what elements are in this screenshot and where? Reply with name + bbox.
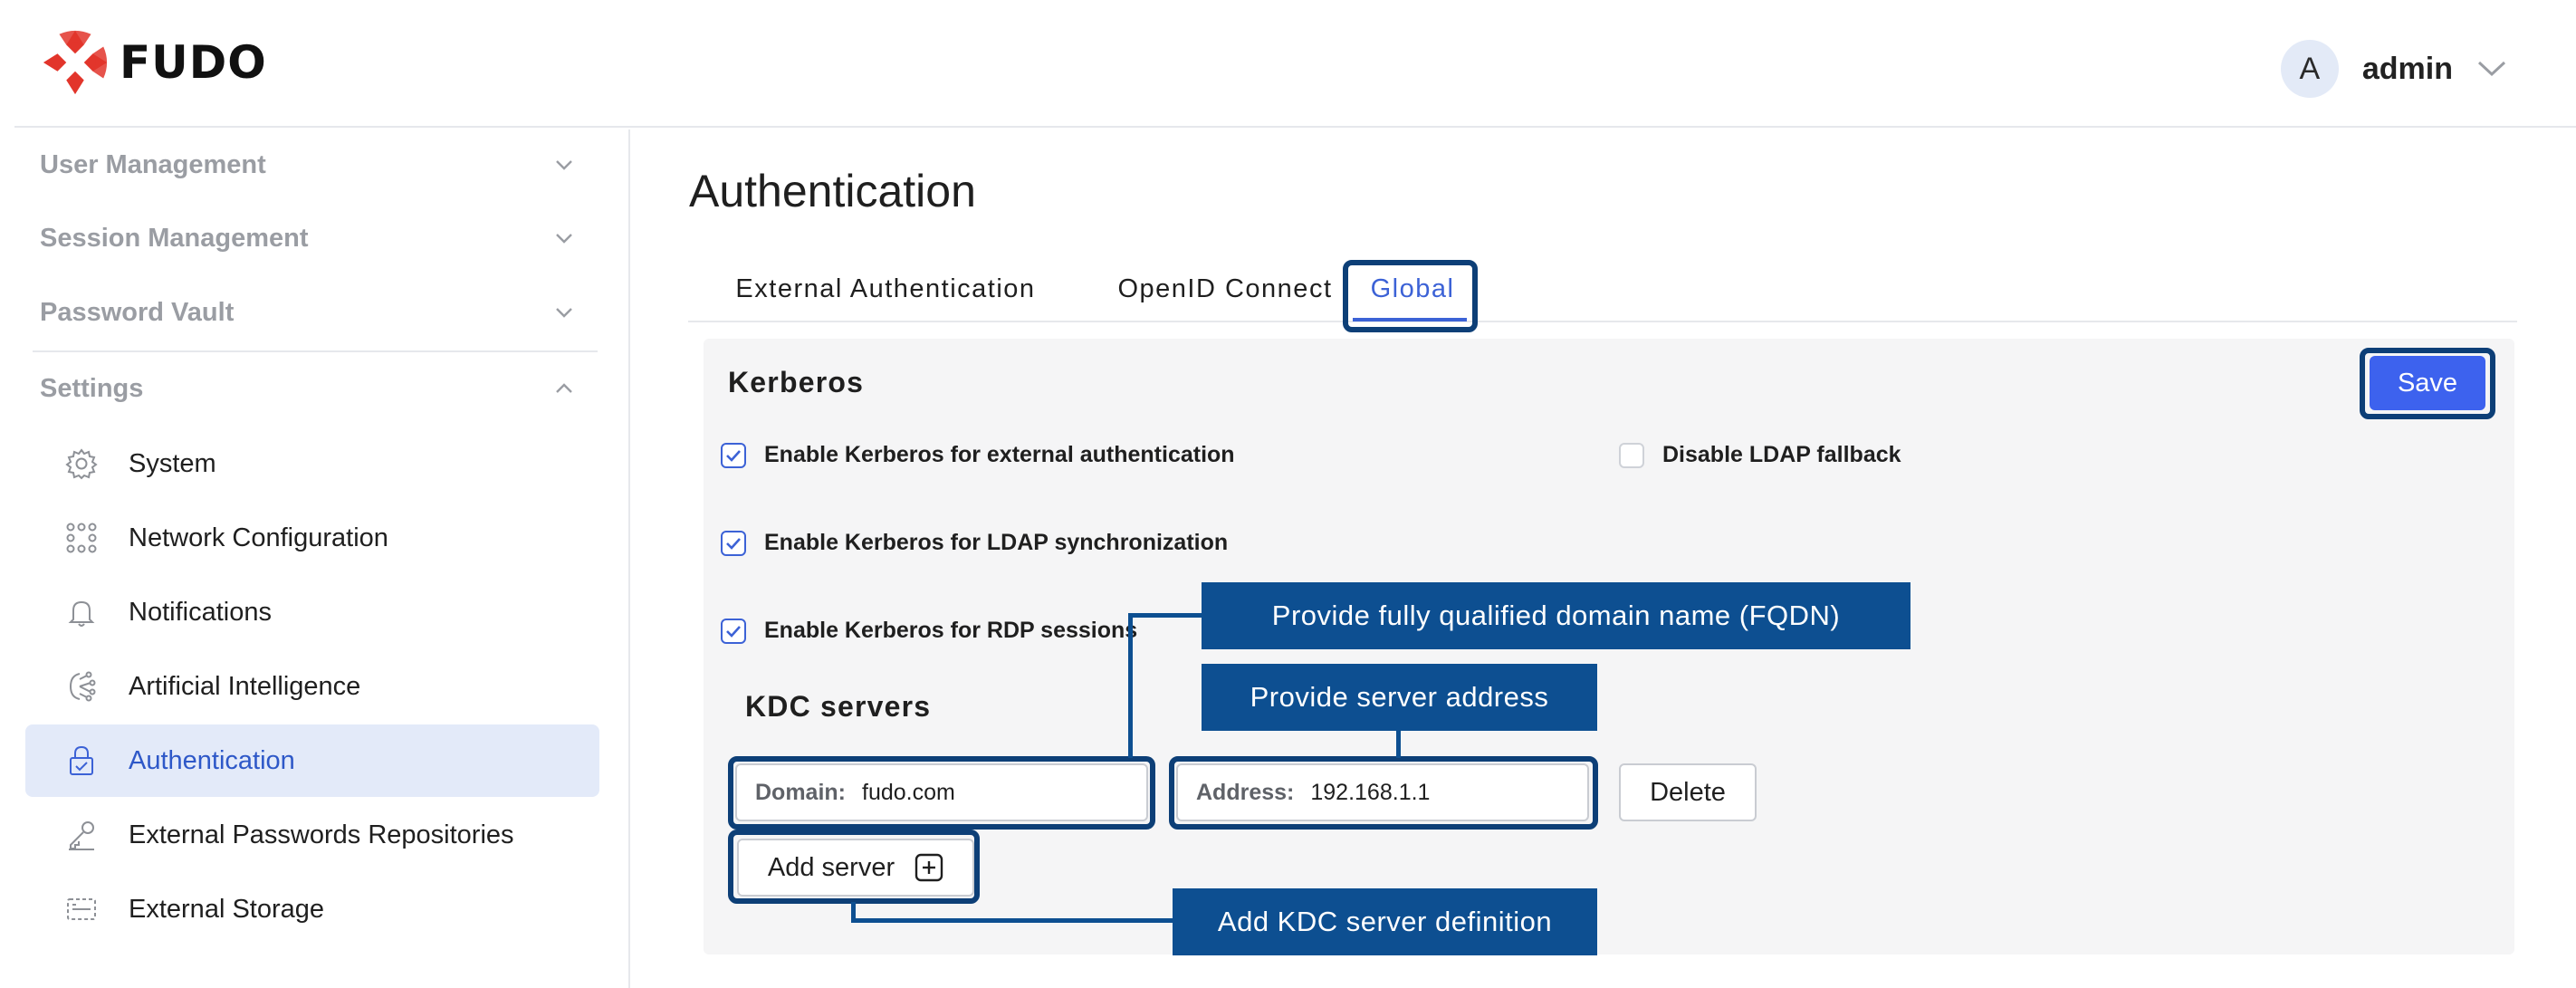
sidebar-group-label: Password Vault <box>40 297 235 327</box>
checkmark-icon <box>726 625 741 638</box>
sidebar-item-label: External Passwords Repositories <box>129 820 514 849</box>
sidebar-item-label: System <box>129 448 216 478</box>
tab-external-authentication[interactable]: External Authentication <box>704 259 1067 319</box>
sidebar-divider <box>33 350 598 352</box>
sidebar-item-label: Artificial Intelligence <box>129 671 361 701</box>
connector-fqdn-vertical <box>1128 613 1133 758</box>
fudo-logo-icon <box>43 30 108 95</box>
network-icon <box>63 520 100 556</box>
option-kerberos-rdp[interactable]: Enable Kerberos for RDP sessions <box>721 618 1137 644</box>
sidebar-item-label: Notifications <box>129 597 272 627</box>
callout-add-kdc-server: Add KDC server definition <box>1173 888 1597 955</box>
active-tab-indicator <box>1353 318 1467 321</box>
sidebar-group-session-management[interactable]: Session Management <box>40 211 574 265</box>
domain-label: Domain: <box>755 779 846 805</box>
sidebar-group-label: Settings <box>40 373 144 403</box>
sidebar-group-password-vault[interactable]: Password Vault <box>40 285 574 340</box>
sidebar-item-label: External Storage <box>129 894 325 924</box>
sidebar-item-external-storage[interactable]: External Storage <box>25 873 599 945</box>
chevron-down-icon <box>556 308 572 318</box>
bell-icon <box>63 594 100 630</box>
checkbox-unchecked[interactable] <box>1619 442 1644 468</box>
callout-server-address: Provide server address <box>1202 664 1597 731</box>
checkmark-icon <box>726 537 741 550</box>
plus-square-icon <box>915 853 943 882</box>
tab-global[interactable]: Global <box>1358 259 1467 319</box>
avatar[interactable]: A <box>2280 40 2339 98</box>
domain-field[interactable]: Domain: fudo.com <box>735 763 1148 821</box>
callout-fqdn: Provide fully qualified domain name (FQD… <box>1202 582 1910 649</box>
address-input[interactable]: 192.168.1.1 <box>1310 780 1430 806</box>
brand-name: FUDO <box>120 36 267 89</box>
checkbox-checked[interactable] <box>721 442 746 468</box>
connector-add-horizontal <box>851 918 1175 923</box>
storage-icon <box>63 891 100 927</box>
save-button[interactable]: Save <box>2370 356 2485 410</box>
page-title: Authentication <box>689 166 976 216</box>
connector-fqdn-horizontal <box>1128 613 1203 618</box>
chevron-up-icon <box>556 383 572 393</box>
connector-address <box>1396 729 1401 758</box>
sidebar-group-label: User Management <box>40 149 266 179</box>
add-server-button[interactable]: Add server <box>737 839 974 897</box>
sidebar-group-user-management[interactable]: User Management <box>40 138 574 192</box>
kerberos-title: Kerberos <box>728 366 865 398</box>
user-name[interactable]: admin <box>2362 52 2453 87</box>
chevron-down-icon <box>556 234 572 244</box>
checkbox-checked[interactable] <box>721 530 746 556</box>
sidebar: User Management Session Management Passw… <box>14 129 630 988</box>
checkbox-checked[interactable] <box>721 618 746 644</box>
option-kerberos-external-auth[interactable]: Enable Kerberos for external authenticat… <box>721 442 1235 468</box>
option-label: Disable LDAP fallback <box>1662 442 1901 467</box>
chevron-down-icon[interactable] <box>2476 60 2507 78</box>
gear-icon <box>63 446 100 482</box>
chevron-down-icon <box>556 160 572 170</box>
kdc-servers-title: KDC servers <box>745 690 932 723</box>
tab-bar: External Authentication OpenID Connect G… <box>688 259 2517 322</box>
domain-input[interactable]: fudo.com <box>862 780 955 806</box>
option-label: Enable Kerberos for LDAP synchronization <box>764 530 1229 555</box>
option-kerberos-ldap-sync[interactable]: Enable Kerberos for LDAP synchronization <box>721 530 1228 556</box>
top-bar: FUDO A admin <box>14 0 2576 128</box>
sidebar-item-notifications[interactable]: Notifications <box>25 576 599 648</box>
checkmark-icon <box>726 449 741 462</box>
key-icon <box>63 817 100 853</box>
sidebar-item-artificial-intelligence[interactable]: Artificial Intelligence <box>25 650 599 723</box>
ai-icon <box>63 668 100 705</box>
delete-button[interactable]: Delete <box>1619 763 1757 821</box>
sidebar-item-label: Network Configuration <box>129 523 388 552</box>
brand-logo[interactable]: FUDO <box>40 27 267 98</box>
lock-icon <box>63 743 100 779</box>
sidebar-group-label: Session Management <box>40 223 309 253</box>
sidebar-item-external-passwords-repositories[interactable]: External Passwords Repositories <box>25 799 599 871</box>
sidebar-item-system[interactable]: System <box>25 427 599 500</box>
sidebar-item-network-configuration[interactable]: Network Configuration <box>25 502 599 574</box>
option-disable-ldap-fallback[interactable]: Disable LDAP fallback <box>1619 442 1901 468</box>
address-field[interactable]: Address: 192.168.1.1 <box>1176 763 1589 821</box>
address-label: Address: <box>1196 779 1295 805</box>
user-menu[interactable]: A admin <box>2280 40 2507 98</box>
sidebar-item-label: Authentication <box>129 745 295 775</box>
option-label: Enable Kerberos for external authenticat… <box>764 442 1235 467</box>
sidebar-group-settings[interactable]: Settings <box>40 361 574 416</box>
tab-openid-connect[interactable]: OpenID Connect <box>1081 259 1369 319</box>
option-label: Enable Kerberos for RDP sessions <box>764 618 1138 643</box>
add-server-label: Add server <box>767 852 895 882</box>
sidebar-item-authentication[interactable]: Authentication <box>25 724 599 797</box>
